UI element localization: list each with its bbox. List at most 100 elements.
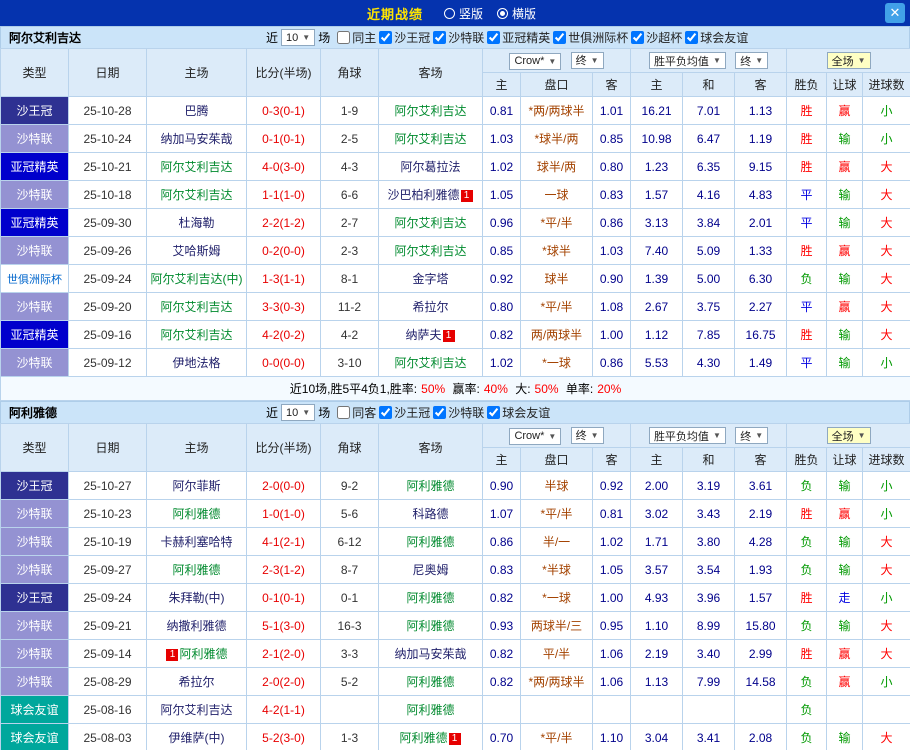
cell-away-team[interactable]: 阿尔葛拉法	[378, 152, 483, 181]
filter-checkbox[interactable]: 沙王冠	[379, 29, 430, 46]
cell-avg-lose: 2.01	[734, 208, 788, 237]
cell-avg-lose: 1.93	[734, 555, 788, 584]
odds-final-select[interactable]: 终 ▼	[570, 426, 604, 444]
cell-away-team[interactable]: 阿尔艾利吉达	[378, 124, 483, 153]
filter-label: 同客	[352, 406, 377, 420]
cell-away-team[interactable]: 阿尔艾利吉达	[378, 96, 483, 125]
cell-home-team[interactable]: 阿尔菲斯	[146, 471, 247, 500]
cell-corners: 5-6	[320, 499, 379, 528]
filter-checkbox[interactable]: 沙超杯	[631, 29, 682, 46]
cell-odds-away: 1.05	[591, 555, 632, 584]
filter-checkbox[interactable]: 同客	[337, 404, 376, 421]
cell-away-team[interactable]: 阿利雅德	[378, 695, 483, 724]
checkbox-icon[interactable]	[379, 31, 393, 44]
cell-away-team[interactable]: 阿尔艾利吉达	[378, 208, 483, 237]
checkbox-icon[interactable]	[433, 406, 447, 419]
cell-score: 2-0(2-0)	[246, 667, 321, 696]
cell-away-team[interactable]: 阿利雅德 1	[378, 723, 483, 750]
cell-away-team[interactable]: 希拉尔	[378, 292, 483, 321]
cell-home-team[interactable]: 纳撒利雅德	[146, 611, 247, 640]
cell-home-team[interactable]: 伊维萨(中)	[146, 723, 247, 750]
cell-handicap: *平/半	[520, 208, 593, 237]
cell-corners: 8-1	[320, 264, 379, 293]
checkbox-icon[interactable]	[631, 31, 645, 44]
cell-home-team[interactable]: 阿尔艾利吉达	[146, 695, 247, 724]
filter-checkbox[interactable]: 球会友谊	[685, 29, 748, 46]
cell-away-team[interactable]: 阿尔艾利吉达	[378, 236, 483, 265]
cell-away-team[interactable]: 纳萨夫 1	[378, 320, 483, 349]
checkbox-icon[interactable]	[433, 31, 447, 44]
cell-avg-lose: 16.75	[734, 320, 788, 349]
cell-away-team[interactable]: 沙巴柏利雅德 1	[378, 180, 483, 209]
cell-avg-lose: 4.28	[734, 527, 788, 556]
cell-odds-away: 1.06	[591, 639, 632, 668]
checkbox-icon[interactable]	[337, 31, 351, 44]
cell-home-team[interactable]: 阿尔艾利吉达	[146, 320, 247, 349]
checkbox-icon[interactable]	[685, 31, 699, 44]
cell-home-team[interactable]: 阿利雅德	[146, 555, 247, 584]
odds-source-select[interactable]: Crow* ▼	[509, 427, 562, 445]
wdl-final-select[interactable]: 终 ▼	[735, 427, 769, 444]
cell-away-team[interactable]: 阿尔艾利吉达	[378, 348, 483, 377]
checkbox-icon[interactable]	[337, 406, 351, 419]
cell-away-team[interactable]: 科路德	[378, 499, 483, 528]
scope-select[interactable]: 全场 ▼	[826, 52, 871, 69]
layout-option-horizontal[interactable]: 横版	[497, 5, 536, 22]
cell-home-team[interactable]: 巴腾	[146, 96, 247, 125]
cell-home-team[interactable]: 阿尔艾利吉达	[146, 292, 247, 321]
wdl-avg-select[interactable]: 胜平负均值 ▼	[648, 52, 726, 69]
cell-home-team[interactable]: 阿尔艾利吉达	[146, 152, 247, 181]
recent-count-select[interactable]: 10 ▼	[281, 404, 316, 421]
cell-home-team[interactable]: 阿尔艾利吉达	[146, 180, 247, 209]
filter-checkbox[interactable]: 同主	[337, 29, 376, 46]
filter-checkbox[interactable]: 沙王冠	[379, 404, 430, 421]
cell-home-team[interactable]: 伊地法格	[146, 348, 247, 377]
checkbox-icon[interactable]	[487, 31, 501, 44]
odds-final-select[interactable]: 终 ▼	[570, 51, 604, 69]
cell-away-team[interactable]: 阿利雅德	[378, 527, 483, 556]
cell-home-team[interactable]: 1 阿利雅德	[146, 639, 247, 668]
odds-source-select[interactable]: Crow* ▼	[509, 52, 562, 70]
cell-result-handicap: 赢	[826, 292, 864, 321]
checkbox-icon[interactable]	[379, 406, 393, 419]
cell-home-team[interactable]: 阿尔艾利吉达(中)	[146, 264, 247, 293]
cell-result-handicap: 走	[826, 583, 864, 612]
cell-result-handicap: 赢	[826, 499, 864, 528]
cell-home-team[interactable]: 朱拜勒(中)	[146, 583, 247, 612]
wdl-avg-select[interactable]: 胜平负均值 ▼	[648, 427, 726, 444]
section-team-name: 阿尔艾利吉达	[9, 31, 82, 45]
cell-avg-lose: 1.19	[734, 124, 788, 153]
filter-checkbox[interactable]: 世俱洲际杯	[553, 29, 628, 46]
filter-checkbox[interactable]: 球会友谊	[487, 404, 550, 421]
cell-result-goals: 大	[862, 152, 910, 181]
cell-home-team[interactable]: 阿利雅德	[146, 499, 247, 528]
recent-count-select[interactable]: 10 ▼	[281, 29, 316, 46]
cell-home-team[interactable]: 卡赫利塞哈特	[146, 527, 247, 556]
cell-away-team[interactable]: 纳加马安茱哉	[378, 639, 483, 668]
cell-away-team[interactable]: 阿利雅德	[378, 667, 483, 696]
filter-checkbox[interactable]: 亚冠精英	[487, 29, 550, 46]
cell-avg-lose: 1.57	[734, 583, 788, 612]
cell-home-team[interactable]: 杜海勒	[146, 208, 247, 237]
close-icon[interactable]: ✕	[885, 3, 905, 23]
cell-away-team[interactable]: 阿利雅德	[378, 471, 483, 500]
cell-match-date: 25-10-27	[68, 471, 147, 500]
layout-option-vertical[interactable]: 竖版	[443, 5, 483, 22]
cell-home-team[interactable]: 纳加马安茱哉	[146, 124, 247, 153]
filter-checkbox[interactable]: 沙特联	[433, 29, 484, 46]
cell-away-team[interactable]: 阿利雅德	[378, 583, 483, 612]
filter-checkbox[interactable]: 沙特联	[433, 404, 484, 421]
cell-away-team[interactable]: 金字塔	[378, 264, 483, 293]
cell-away-team[interactable]: 阿利雅德	[378, 611, 483, 640]
cell-away-team[interactable]: 尼奥姆	[378, 555, 483, 584]
chevron-down-icon: ▼	[755, 431, 764, 440]
cell-home-team[interactable]: 希拉尔	[146, 667, 247, 696]
cell-avg-win	[630, 695, 684, 724]
col-header-score: 比分(半场)	[246, 423, 321, 472]
scope-select[interactable]: 全场 ▼	[826, 427, 871, 444]
cell-result-handicap: 输	[826, 264, 864, 293]
checkbox-icon[interactable]	[487, 406, 501, 419]
wdl-final-select[interactable]: 终 ▼	[735, 52, 769, 69]
checkbox-icon[interactable]	[553, 31, 567, 44]
cell-home-team[interactable]: 艾哈斯姆	[146, 236, 247, 265]
